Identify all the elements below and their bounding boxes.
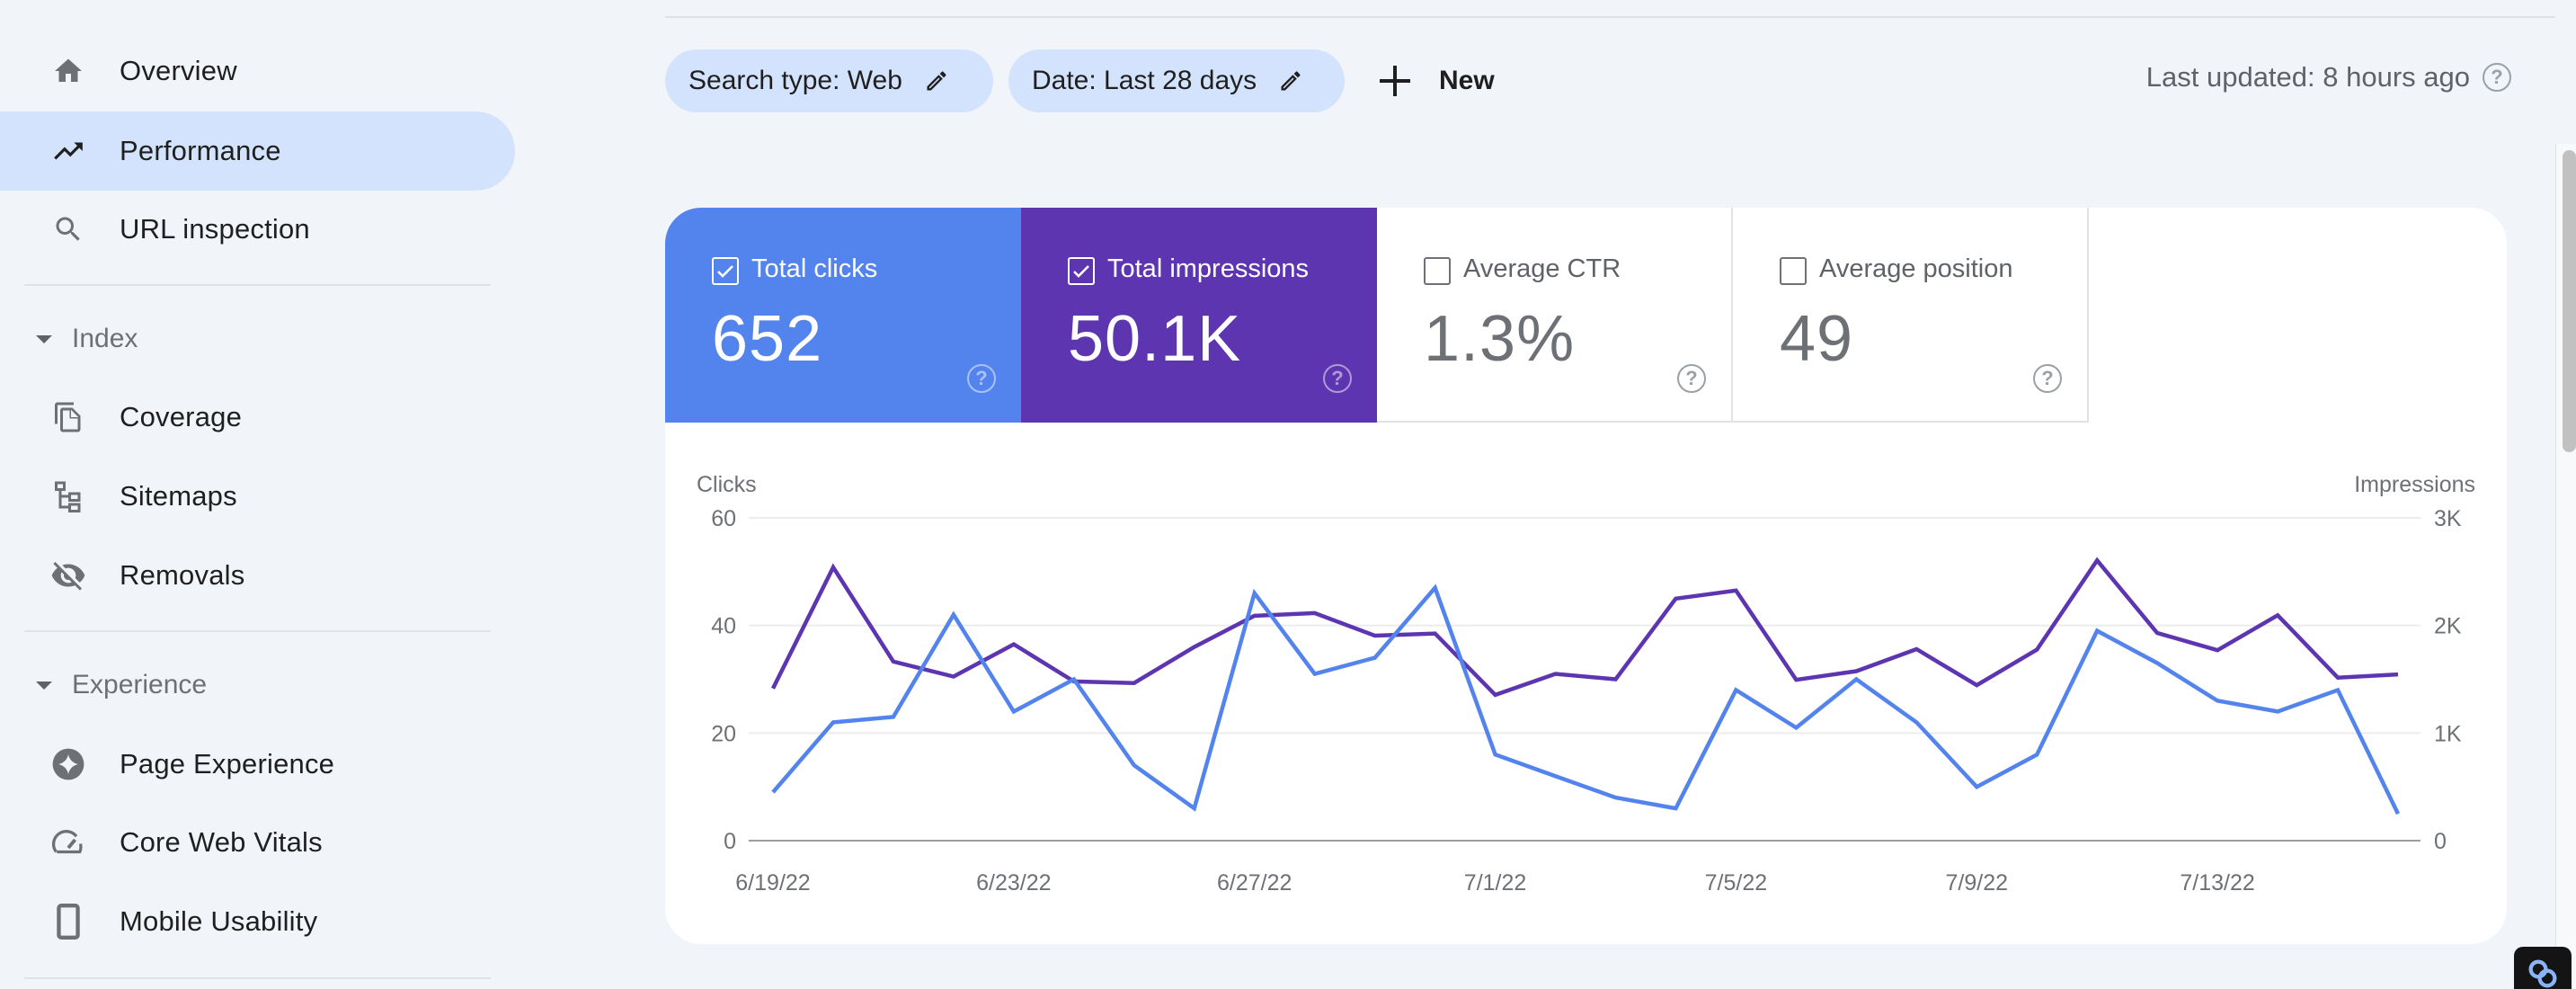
sidebar-divider bbox=[24, 977, 491, 979]
floating-link-widget[interactable] bbox=[2514, 947, 2572, 989]
sidebar-item-label: Page Experience bbox=[120, 748, 335, 780]
y-tick-label-right: 2K bbox=[2434, 614, 2462, 639]
scrollbar-thumb[interactable] bbox=[2563, 150, 2576, 452]
x-tick-label: 6/19/22 bbox=[735, 870, 810, 895]
y-tick-label-left: 60 bbox=[711, 506, 736, 531]
sidebar-item-performance[interactable]: Performance bbox=[0, 111, 515, 191]
sidebar-item-label: Removals bbox=[120, 559, 245, 591]
x-tick-label: 6/27/22 bbox=[1217, 870, 1292, 895]
series-line-impressions bbox=[770, 557, 2399, 698]
sidebar-item-label: Overview bbox=[120, 55, 237, 86]
y-tick-label-right: 0 bbox=[2434, 829, 2447, 854]
section-title: Experience bbox=[72, 670, 208, 699]
sidebar-item-url-inspection[interactable]: URL inspection bbox=[0, 190, 515, 269]
sidebar-item-label: Performance bbox=[120, 135, 281, 166]
x-tick-label: 7/9/22 bbox=[1946, 870, 2009, 895]
caret-down-icon bbox=[36, 334, 52, 343]
caret-down-icon bbox=[36, 681, 52, 690]
section-toggle-experience[interactable]: Experience bbox=[0, 658, 503, 712]
y-tick-label-right: 1K bbox=[2434, 721, 2462, 746]
x-tick-label: 7/5/22 bbox=[1705, 870, 1768, 895]
sparkle-badge-icon bbox=[49, 744, 88, 784]
series-line-clicks bbox=[771, 584, 2401, 815]
home-icon bbox=[49, 51, 88, 91]
sidebar: Overview Performance URL inspection Inde… bbox=[0, 0, 521, 989]
y-axis-title-right: Impressions bbox=[2354, 472, 2475, 497]
file-copy-icon bbox=[49, 397, 88, 437]
filter-chip-search-type[interactable]: Search type: Web bbox=[665, 49, 993, 112]
chip-label: Date: Last 28 days bbox=[1032, 66, 1257, 95]
edit-pencil-icon[interactable] bbox=[1278, 68, 1303, 94]
search-icon bbox=[49, 209, 88, 249]
x-tick-label: 7/1/22 bbox=[1464, 870, 1527, 895]
sidebar-item-coverage[interactable]: Coverage bbox=[0, 378, 515, 457]
performance-card: Total clicks 652 ? Total impressions 50.… bbox=[665, 208, 2507, 944]
y-tick-label-left: 0 bbox=[724, 829, 736, 854]
smartphone-icon bbox=[49, 902, 88, 941]
sitemap-icon bbox=[49, 477, 88, 516]
sidebar-item-label: Mobile Usability bbox=[120, 905, 318, 937]
y-axis-title-left: Clicks bbox=[697, 472, 757, 497]
filter-chip-date[interactable]: Date: Last 28 days bbox=[1008, 49, 1345, 112]
section-title: Index bbox=[72, 324, 138, 353]
sidebar-item-label: Sitemaps bbox=[120, 480, 237, 512]
plus-icon bbox=[1380, 66, 1410, 96]
sidebar-divider bbox=[24, 630, 491, 632]
sidebar-item-label: Core Web Vitals bbox=[120, 826, 323, 858]
performance-chart[interactable]: Clicks Impressions 0 0 20 1K 40 2K 60 3K 6/19/22… bbox=[665, 208, 2507, 944]
sidebar-item-label: URL inspection bbox=[120, 213, 310, 245]
sidebar-item-overview[interactable]: Overview bbox=[0, 31, 515, 111]
chip-label: Search type: Web bbox=[688, 66, 902, 95]
new-filter-label: New bbox=[1439, 66, 1495, 95]
sidebar-item-core-web-vitals[interactable]: Core Web Vitals bbox=[0, 803, 515, 882]
help-icon[interactable]: ? bbox=[2483, 63, 2511, 92]
y-tick-label-left: 20 bbox=[711, 721, 736, 746]
sidebar-item-page-experience[interactable]: Page Experience bbox=[0, 725, 515, 804]
last-updated-text: Last updated: 8 hours ago bbox=[2145, 61, 2470, 93]
speed-gauge-icon bbox=[49, 823, 88, 862]
sidebar-item-label: Coverage bbox=[120, 401, 243, 432]
last-updated: Last updated: 8 hours ago ? bbox=[2146, 61, 2511, 94]
trending-up-icon bbox=[49, 131, 88, 171]
header-divider bbox=[665, 16, 2555, 18]
new-filter-button[interactable]: New bbox=[1380, 54, 1495, 108]
sidebar-item-removals[interactable]: Removals bbox=[0, 536, 515, 615]
section-toggle-index[interactable]: Index bbox=[0, 312, 503, 366]
edit-pencil-icon[interactable] bbox=[924, 68, 949, 94]
sidebar-item-mobile-usability[interactable]: Mobile Usability bbox=[0, 882, 515, 961]
visibility-off-icon bbox=[49, 556, 88, 595]
y-tick-label-right: 3K bbox=[2434, 506, 2462, 531]
x-tick-label: 7/13/22 bbox=[2180, 870, 2254, 895]
sidebar-item-sitemaps[interactable]: Sitemaps bbox=[0, 457, 515, 536]
link-chain-icon bbox=[2528, 959, 2557, 988]
y-tick-label-left: 40 bbox=[711, 614, 736, 639]
sidebar-divider bbox=[24, 284, 491, 286]
x-tick-label: 6/23/22 bbox=[976, 870, 1051, 895]
